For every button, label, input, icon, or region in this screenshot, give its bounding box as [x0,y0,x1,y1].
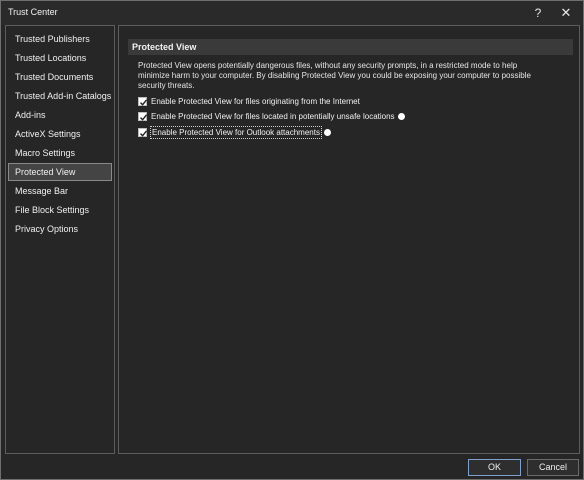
checkmark-icon [140,114,148,121]
sidebar-item-add-ins[interactable]: Add-ins [8,106,112,124]
window-title: Trust Center [8,7,58,17]
info-icon[interactable] [397,113,405,120]
sidebar-item-trusted-locations[interactable]: Trusted Locations [8,49,112,67]
section-header: Protected View [128,39,573,55]
help-button[interactable]: ? [527,3,549,23]
sidebar-item-trusted-add-in-catalogs[interactable]: Trusted Add-in Catalogs [8,87,112,105]
title-bar[interactable]: Trust Center ? ✕ [1,1,583,25]
option-outlook-attachments: Enable Protected View for Outlook attach… [138,126,331,139]
cancel-button[interactable]: Cancel [527,459,579,476]
option-internet-files-label: Enable Protected View for files originat… [151,97,360,106]
close-button[interactable]: ✕ [555,3,577,23]
trust-center-dialog: Trust Center ? ✕ Trusted Publishers Trus… [0,0,584,480]
sidebar-nav: Trusted Publishers Trusted Locations Tru… [5,25,115,454]
sidebar-item-macro-settings[interactable]: Macro Settings [8,144,112,162]
option-internet-files: Enable Protected View for files originat… [138,95,360,108]
description-text: Protected View opens potentially dangero… [138,61,531,90]
checkmark-icon [140,130,148,137]
checkbox-internet-files[interactable] [138,97,148,106]
sidebar-item-activex-settings[interactable]: ActiveX Settings [8,125,112,143]
sidebar-item-privacy-options[interactable]: Privacy Options [8,220,112,238]
checkbox-outlook-attachments[interactable] [138,128,148,137]
sidebar-item-protected-view[interactable]: Protected View [8,163,112,181]
sidebar-item-file-block-settings[interactable]: File Block Settings [8,201,112,219]
checkbox-unsafe-locations[interactable] [138,112,148,121]
content-panel: Protected View Protected View opens pote… [118,25,580,454]
sidebar-item-trusted-publishers[interactable]: Trusted Publishers [8,30,112,48]
info-icon[interactable] [323,129,331,136]
option-outlook-attachments-label: Enable Protected View for Outlook attach… [150,126,322,139]
option-unsafe-locations-label: Enable Protected View for files located … [151,112,395,121]
checkmark-icon [140,99,148,106]
sidebar-item-trusted-documents[interactable]: Trusted Documents [8,68,112,86]
ok-button[interactable]: OK [468,459,521,476]
sidebar-item-message-bar[interactable]: Message Bar [8,182,112,200]
option-unsafe-locations: Enable Protected View for files located … [138,110,405,123]
